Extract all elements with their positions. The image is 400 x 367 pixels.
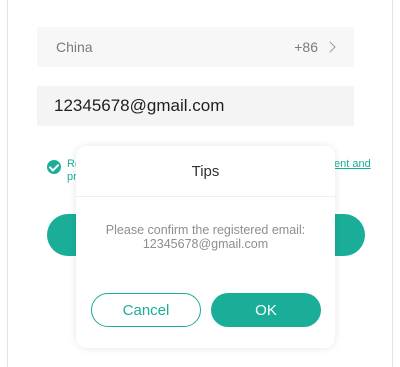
ok-button[interactable]: OK [211,293,321,327]
cancel-button[interactable]: Cancel [91,293,201,327]
country-selector[interactable]: China +86 [37,27,354,67]
check-circle-icon[interactable] [47,160,61,174]
country-code: +86 [294,39,318,55]
email-field[interactable] [37,86,354,126]
dialog-message: Please confirm the registered email: 123… [105,223,306,251]
dialog-divider [76,196,335,197]
agreement-link[interactable]: ent and [334,158,371,170]
country-name: China [56,39,93,55]
tips-dialog: Tips Please confirm the registered email… [76,146,335,348]
chevron-right-icon [324,41,336,53]
registration-screen: China +86 Re pr ent and Tips Please conf… [7,0,393,367]
dialog-title: Tips [191,163,220,180]
